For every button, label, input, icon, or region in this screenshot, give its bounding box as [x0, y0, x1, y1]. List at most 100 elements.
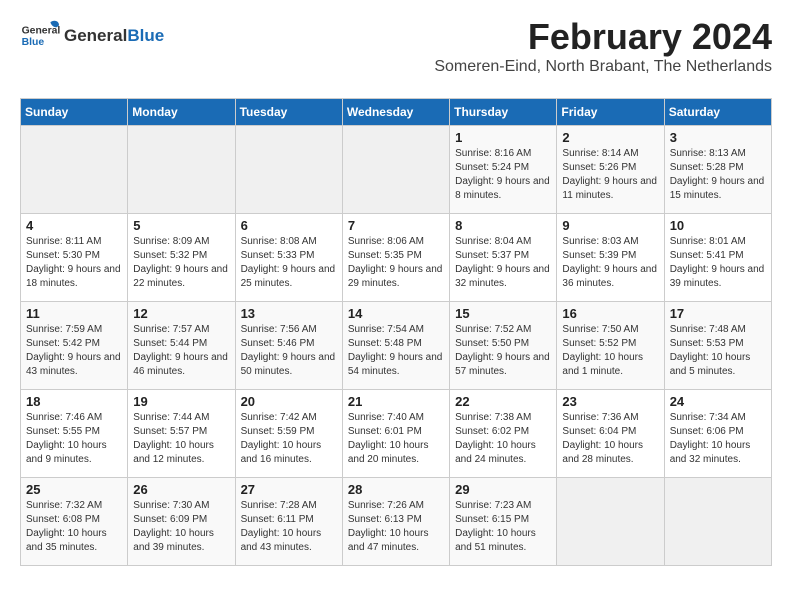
day-number: 24	[670, 394, 766, 409]
day-info: Sunrise: 7:46 AM Sunset: 5:55 PM Dayligh…	[26, 411, 122, 467]
calendar-cell	[342, 126, 449, 214]
calendar-cell: 8Sunrise: 8:04 AM Sunset: 5:37 PM Daylig…	[450, 214, 557, 302]
weekday-header: Thursday	[450, 99, 557, 126]
weekday-header: Tuesday	[235, 99, 342, 126]
day-info: Sunrise: 7:57 AM Sunset: 5:44 PM Dayligh…	[133, 323, 229, 379]
weekday-header: Friday	[557, 99, 664, 126]
calendar-cell: 5 Sunrise: 8:09 AM Sunset: 5:32 PM Daylig…	[128, 214, 235, 302]
day-number: 19	[133, 394, 229, 409]
day-info: Sunrise: 8:09 AM Sunset: 5:32 PM Dayligh…	[133, 235, 229, 291]
day-info: Sunrise: 8:11 AM Sunset: 5:30 PM Dayligh…	[26, 235, 122, 291]
day-info: Sunrise: 8:16 AM Sunset: 5:24 PM Dayligh…	[455, 147, 551, 203]
day-number: 14	[348, 306, 444, 321]
calendar-cell: 29 Sunrise: 7:23 AM Sunset: 6:15 PM Dayli…	[450, 478, 557, 566]
day-number: 22	[455, 394, 551, 409]
svg-text:Blue: Blue	[22, 37, 45, 48]
day-number: 17	[670, 306, 766, 321]
calendar-cell	[128, 126, 235, 214]
calendar-cell: 13Sunrise: 7:56 AM Sunset: 5:46 PM Dayli…	[235, 302, 342, 390]
day-info: Sunrise: 7:44 AM Sunset: 5:57 PM Dayligh…	[133, 411, 229, 467]
day-info: Sunrise: 8:14 AM Sunset: 5:26 PM Dayligh…	[562, 147, 658, 203]
day-info: Sunrise: 8:08 AM Sunset: 5:33 PM Dayligh…	[241, 235, 337, 291]
day-number: 26	[133, 482, 229, 497]
day-number: 21	[348, 394, 444, 409]
day-info: Sunrise: 7:50 AM Sunset: 5:52 PM Dayligh…	[562, 323, 658, 379]
day-info: Sunrise: 7:23 AM Sunset: 6:15 PM Dayligh…	[455, 499, 551, 555]
weekday-header: Sunday	[21, 99, 128, 126]
calendar-cell: 7 Sunrise: 8:06 AM Sunset: 5:35 PM Daylig…	[342, 214, 449, 302]
calendar-cell: 12 Sunrise: 7:57 AM Sunset: 5:44 PM Dayli…	[128, 302, 235, 390]
calendar-cell: 10 Sunrise: 8:01 AM Sunset: 5:41 PM Dayli…	[664, 214, 771, 302]
day-number: 2	[562, 130, 658, 145]
calendar-cell: 9 Sunrise: 8:03 AM Sunset: 5:39 PM Daylig…	[557, 214, 664, 302]
calendar-cell: 1 Sunrise: 8:16 AM Sunset: 5:24 PM Daylig…	[450, 126, 557, 214]
calendar-cell: 18 Sunrise: 7:46 AM Sunset: 5:55 PM Dayli…	[21, 390, 128, 478]
svg-text:General: General	[22, 26, 60, 37]
calendar-cell: 22 Sunrise: 7:38 AM Sunset: 6:02 PM Dayli…	[450, 390, 557, 478]
day-number: 25	[26, 482, 122, 497]
weekday-header: Monday	[128, 99, 235, 126]
day-number: 28	[348, 482, 444, 497]
calendar-cell: 28 Sunrise: 7:26 AM Sunset: 6:13 PM Dayli…	[342, 478, 449, 566]
day-info: Sunrise: 7:40 AM Sunset: 6:01 PM Dayligh…	[348, 411, 444, 467]
calendar-cell: 27 Sunrise: 7:28 AM Sunset: 6:11 PM Dayli…	[235, 478, 342, 566]
day-number: 5	[133, 218, 229, 233]
calendar-header: February 2024 Someren-Eind, North Braban…	[434, 16, 772, 86]
calendar-cell: 2 Sunrise: 8:14 AM Sunset: 5:26 PM Daylig…	[557, 126, 664, 214]
day-number: 27	[241, 482, 337, 497]
day-number: 6	[241, 218, 337, 233]
day-info: Sunrise: 7:52 AM Sunset: 5:50 PM Dayligh…	[455, 323, 551, 379]
day-number: 10	[670, 218, 766, 233]
day-info: Sunrise: 7:56 AM Sunset: 5:46 PM Dayligh…	[241, 323, 337, 379]
day-info: Sunrise: 8:06 AM Sunset: 5:35 PM Dayligh…	[348, 235, 444, 291]
calendar-cell	[557, 478, 664, 566]
day-info: Sunrise: 8:03 AM Sunset: 5:39 PM Dayligh…	[562, 235, 658, 291]
day-number: 3	[670, 130, 766, 145]
month-title: February 2024	[434, 16, 772, 58]
day-info: Sunrise: 8:01 AM Sunset: 5:41 PM Dayligh…	[670, 235, 766, 291]
calendar-cell	[664, 478, 771, 566]
day-info: Sunrise: 7:26 AM Sunset: 6:13 PM Dayligh…	[348, 499, 444, 555]
day-number: 23	[562, 394, 658, 409]
calendar-cell: 4 Sunrise: 8:11 AM Sunset: 5:30 PM Daylig…	[21, 214, 128, 302]
day-info: Sunrise: 7:30 AM Sunset: 6:09 PM Dayligh…	[133, 499, 229, 555]
calendar-cell: 19 Sunrise: 7:44 AM Sunset: 5:57 PM Dayli…	[128, 390, 235, 478]
day-number: 7	[348, 218, 444, 233]
day-number: 8	[455, 218, 551, 233]
calendar-cell: 24 Sunrise: 7:34 AM Sunset: 6:06 PM Dayli…	[664, 390, 771, 478]
day-info: Sunrise: 7:48 AM Sunset: 5:53 PM Dayligh…	[670, 323, 766, 379]
calendar-cell: 14Sunrise: 7:54 AM Sunset: 5:48 PM Dayli…	[342, 302, 449, 390]
logo-general-text: GeneralBlue	[64, 27, 164, 46]
calendar-cell: 15 Sunrise: 7:52 AM Sunset: 5:50 PM Dayli…	[450, 302, 557, 390]
calendar-cell	[235, 126, 342, 214]
day-info: Sunrise: 7:32 AM Sunset: 6:08 PM Dayligh…	[26, 499, 122, 555]
calendar-cell: 23Sunrise: 7:36 AM Sunset: 6:04 PM Dayli…	[557, 390, 664, 478]
day-number: 29	[455, 482, 551, 497]
calendar-cell: 26 Sunrise: 7:30 AM Sunset: 6:09 PM Dayli…	[128, 478, 235, 566]
day-info: Sunrise: 8:13 AM Sunset: 5:28 PM Dayligh…	[670, 147, 766, 203]
calendar-cell: 20 Sunrise: 7:42 AM Sunset: 5:59 PM Dayli…	[235, 390, 342, 478]
day-number: 18	[26, 394, 122, 409]
day-number: 11	[26, 306, 122, 321]
day-number: 1	[455, 130, 551, 145]
calendar-cell: 16 Sunrise: 7:50 AM Sunset: 5:52 PM Dayli…	[557, 302, 664, 390]
calendar-cell	[21, 126, 128, 214]
day-number: 9	[562, 218, 658, 233]
day-info: Sunrise: 7:34 AM Sunset: 6:06 PM Dayligh…	[670, 411, 766, 467]
calendar-cell: 11 Sunrise: 7:59 AM Sunset: 5:42 PM Dayli…	[21, 302, 128, 390]
day-info: Sunrise: 7:42 AM Sunset: 5:59 PM Dayligh…	[241, 411, 337, 467]
day-info: Sunrise: 7:38 AM Sunset: 6:02 PM Dayligh…	[455, 411, 551, 467]
day-info: Sunrise: 7:28 AM Sunset: 6:11 PM Dayligh…	[241, 499, 337, 555]
day-number: 4	[26, 218, 122, 233]
calendar-cell: 6 Sunrise: 8:08 AM Sunset: 5:33 PM Daylig…	[235, 214, 342, 302]
calendar-cell: 21 Sunrise: 7:40 AM Sunset: 6:01 PM Dayli…	[342, 390, 449, 478]
day-number: 20	[241, 394, 337, 409]
day-info: Sunrise: 7:59 AM Sunset: 5:42 PM Dayligh…	[26, 323, 122, 379]
day-number: 16	[562, 306, 658, 321]
calendar-cell: 25 Sunrise: 7:32 AM Sunset: 6:08 PM Dayli…	[21, 478, 128, 566]
day-number: 15	[455, 306, 551, 321]
logo: General Blue GeneralBlue	[20, 16, 164, 56]
calendar-cell: 3 Sunrise: 8:13 AM Sunset: 5:28 PM Daylig…	[664, 126, 771, 214]
day-number: 12	[133, 306, 229, 321]
location-title: Someren-Eind, North Brabant, The Netherl…	[434, 58, 772, 76]
